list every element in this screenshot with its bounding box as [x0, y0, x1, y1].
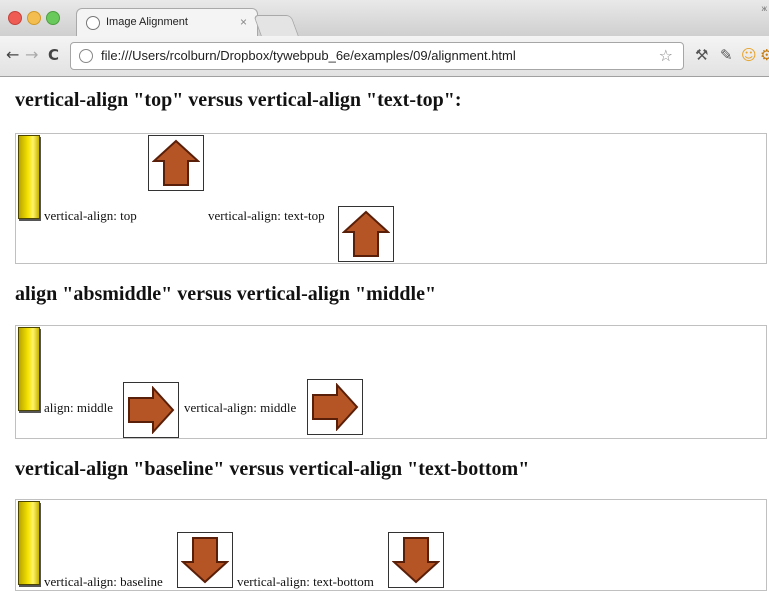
up-arrow-image: [338, 206, 394, 262]
label-vertical-align-text-bottom: vertical-align: text-bottom: [237, 574, 374, 589]
demo-box-top: vertical-align: top vertical-align: text…: [15, 133, 767, 264]
forward-arrow-icon[interactable]: →: [25, 46, 38, 64]
close-window-button[interactable]: [8, 11, 22, 25]
page-icon: [86, 16, 100, 30]
tool-icon[interactable]: ⚙: [760, 47, 769, 63]
down-arrow-image: [388, 532, 444, 588]
yellow-bar-image: [18, 135, 40, 219]
star-icon[interactable]: ☆: [659, 46, 673, 65]
url-text[interactable]: file:///Users/rcolburn/Dropbox/tywebpub_…: [101, 48, 516, 63]
label-align-middle: align: middle: [44, 400, 113, 415]
pin-icon[interactable]: ✎: [720, 47, 733, 63]
section-heading-baseline: vertical-align "baseline" versus vertica…: [15, 458, 530, 480]
face-icon[interactable]: ☺: [741, 47, 757, 63]
zoom-window-button[interactable]: [46, 11, 60, 25]
demo-box-baseline: vertical-align: baseline vertical-align:…: [15, 499, 767, 591]
section-heading-middle: align "absmiddle" versus vertical-align …: [15, 283, 437, 305]
label-vertical-align-middle: vertical-align: middle: [184, 400, 297, 415]
new-tab-button[interactable]: [253, 15, 299, 36]
address-bar[interactable]: file:///Users/rcolburn/Dropbox/tywebpub_…: [70, 42, 684, 70]
section-heading-top: vertical-align "top" versus vertical-ali…: [15, 89, 462, 111]
wrench-icon[interactable]: ⚒: [695, 47, 708, 63]
tab-image-alignment[interactable]: Image Alignment ×: [76, 8, 258, 37]
demo-box-middle: align: middle vertical-align: middle: [15, 325, 767, 439]
right-arrow-image: [123, 382, 179, 438]
right-arrow-image: [307, 379, 363, 435]
label-vertical-align-top: vertical-align: top: [44, 208, 137, 223]
minimize-window-button[interactable]: [27, 11, 41, 25]
tab-title: Image Alignment: [106, 16, 188, 28]
back-arrow-icon[interactable]: ←: [6, 46, 19, 64]
up-arrow-image: [148, 135, 204, 191]
yellow-bar-image: [18, 501, 40, 585]
browser-toolbar: ← → C file:///Users/rcolburn/Dropbox/tyw…: [0, 36, 769, 77]
yellow-bar-image: [18, 327, 40, 411]
close-tab-icon[interactable]: ×: [240, 15, 247, 29]
window-corner-label: ж: [761, 4, 767, 13]
label-vertical-align-text-top: vertical-align: text-top: [208, 208, 325, 223]
reload-icon[interactable]: C: [48, 46, 59, 64]
down-arrow-image: [177, 532, 233, 588]
label-vertical-align-baseline: vertical-align: baseline: [44, 574, 163, 589]
window-titlebar: Image Alignment × ж: [0, 0, 769, 37]
page-icon: [79, 49, 93, 63]
